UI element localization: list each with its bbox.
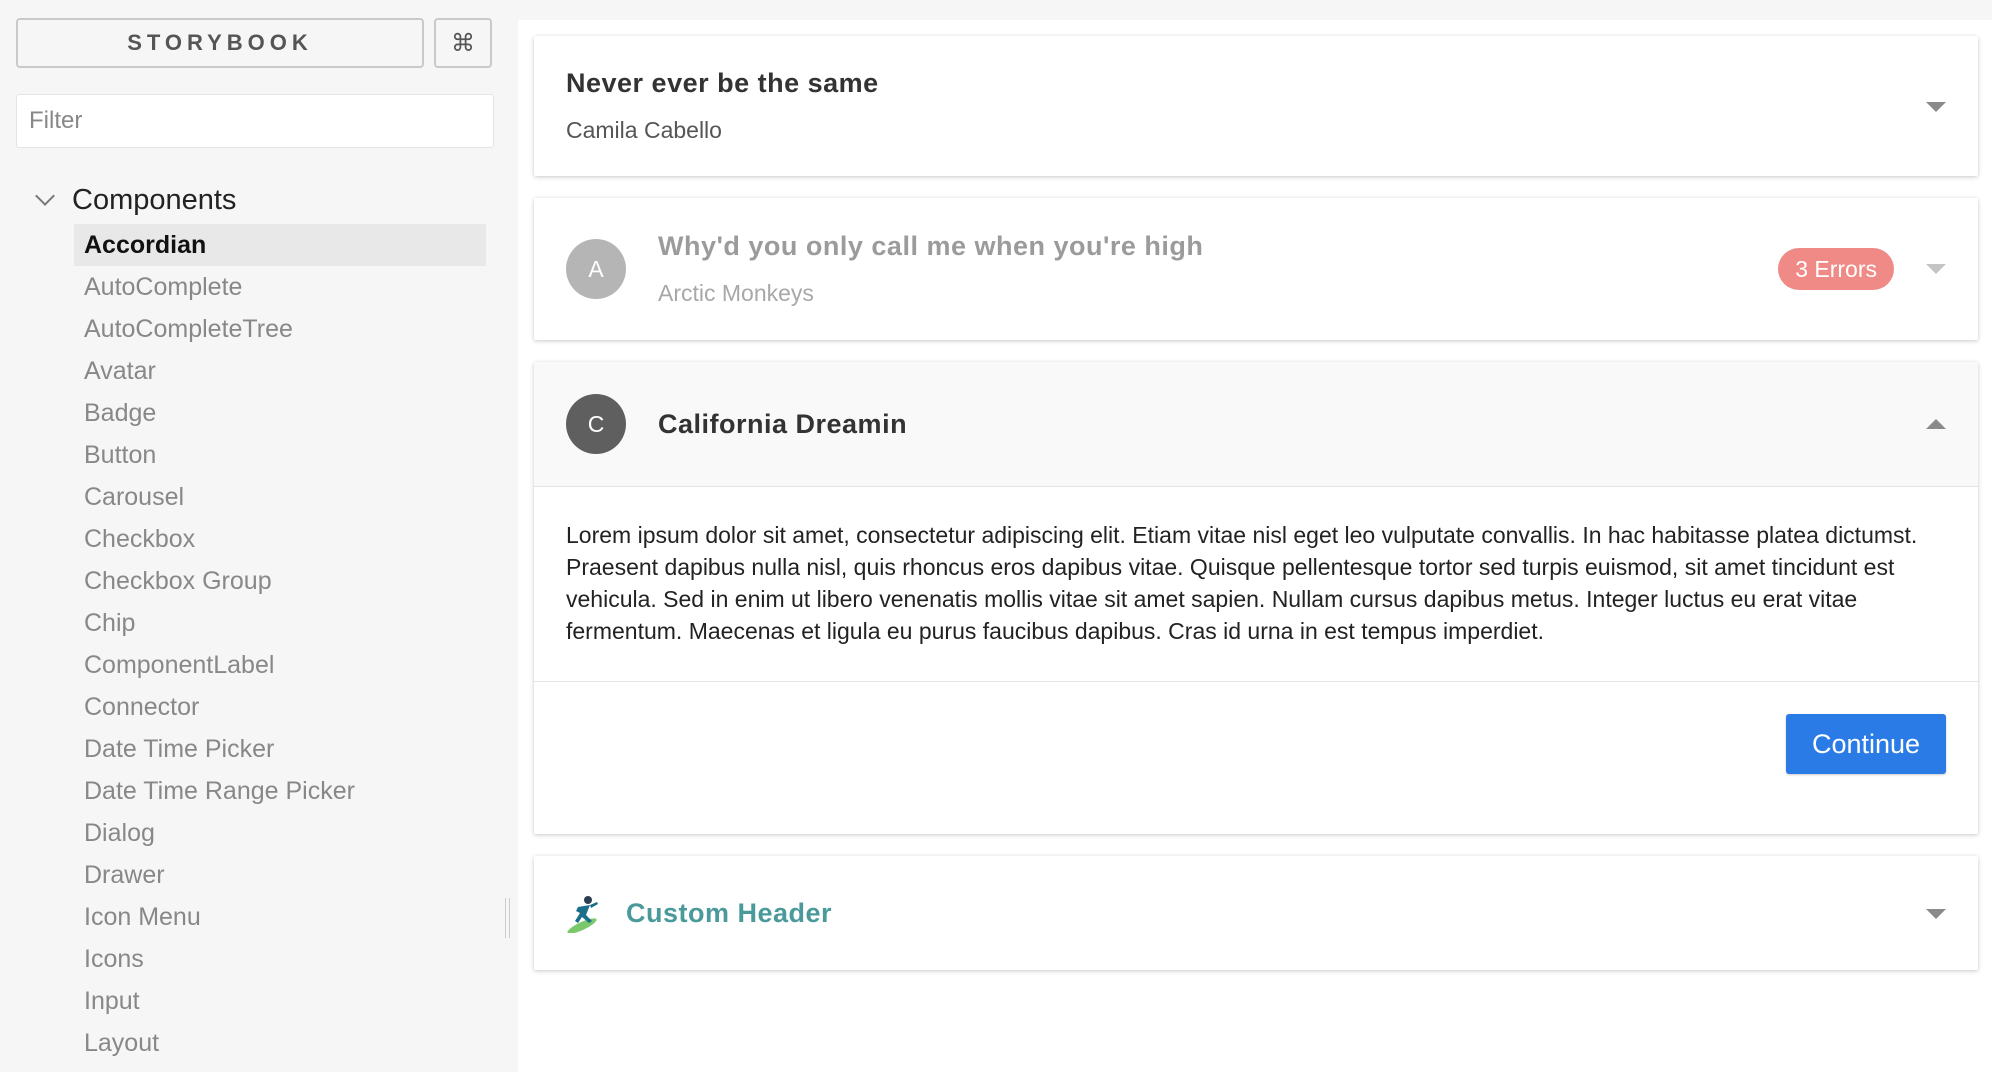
panel-4-header[interactable]: Custom Header — [534, 856, 1978, 970]
keyboard-shortcuts-button[interactable]: ⌘ — [434, 18, 492, 68]
error-count-badge: 3 Errors — [1778, 248, 1894, 290]
panel-subtitle: Camila Cabello — [566, 117, 722, 143]
tree-item-connector[interactable]: Connector — [74, 686, 486, 728]
panel-body-text: Lorem ipsum dolor sit amet, consectetur … — [534, 486, 1978, 681]
panel-resize-handle[interactable] — [505, 898, 510, 938]
accordion-panel-1: Never ever be the same Camila Cabello — [534, 36, 1978, 176]
component-tree: Components Accordian AutoComplete AutoCo… — [0, 176, 516, 1064]
chevron-down-icon[interactable] — [1926, 909, 1946, 919]
avatar: A — [566, 239, 626, 299]
avatar: C — [566, 394, 626, 454]
tree-list: Accordian AutoComplete AutoCompleteTree … — [0, 224, 516, 1064]
tree-item-icons[interactable]: Icons — [74, 938, 486, 980]
tree-root-label: Components — [72, 183, 237, 216]
chevron-down-icon — [35, 186, 55, 206]
tree-item-layout[interactable]: Layout — [74, 1022, 486, 1064]
tree-item-carousel[interactable]: Carousel — [74, 476, 486, 518]
panel-1-header[interactable]: Never ever be the same Camila Cabello — [534, 36, 1978, 176]
panel-title: Why'd you only call me when you're high — [658, 231, 1204, 261]
chevron-down-icon[interactable] — [1926, 102, 1946, 112]
tree-item-avatar[interactable]: Avatar — [74, 350, 486, 392]
tree-item-checkbox-group[interactable]: Checkbox Group — [74, 560, 486, 602]
tree-item-checkbox[interactable]: Checkbox — [74, 518, 486, 560]
command-key-icon: ⌘ — [451, 29, 475, 57]
panel-1-heading: Never ever be the same Camila Cabello — [566, 68, 879, 144]
panel-3-header[interactable]: C California Dreamin — [534, 362, 1978, 486]
tree-item-date-time-range-picker[interactable]: Date Time Range Picker — [74, 770, 486, 812]
brand-row: STORYBOOK ⌘ — [16, 18, 492, 68]
custom-header-title: Custom Header — [626, 897, 833, 928]
tree-item-componentlabel[interactable]: ComponentLabel — [74, 644, 486, 686]
tree-item-drawer[interactable]: Drawer — [74, 854, 486, 896]
tree-item-autocompletetree[interactable]: AutoCompleteTree — [74, 308, 486, 350]
continue-button[interactable]: Continue — [1786, 714, 1946, 774]
chevron-up-icon[interactable] — [1926, 419, 1946, 429]
tree-item-accordian[interactable]: Accordian — [74, 224, 486, 266]
surfer-icon — [566, 893, 602, 934]
preview-area: Never ever be the same Camila Cabello A … — [518, 20, 1992, 1072]
accordion-panel-4: Custom Header — [534, 856, 1978, 970]
tree-item-autocomplete[interactable]: AutoComplete — [74, 266, 486, 308]
storybook-brand-button[interactable]: STORYBOOK — [16, 18, 424, 68]
tree-item-date-time-picker[interactable]: Date Time Picker — [74, 728, 486, 770]
accordion-panel-3: C California Dreamin Lorem ipsum dolor s… — [534, 362, 1978, 834]
tree-item-chip[interactable]: Chip — [74, 602, 486, 644]
panel-2-heading: Why'd you only call me when you're high … — [658, 231, 1203, 307]
tree-item-button[interactable]: Button — [74, 434, 486, 476]
tree-item-dialog[interactable]: Dialog — [74, 812, 486, 854]
tree-item-badge[interactable]: Badge — [74, 392, 486, 434]
chevron-down-icon[interactable] — [1926, 264, 1946, 274]
accordion-panel-2: A Why'd you only call me when you're hig… — [534, 198, 1978, 340]
sidebar: STORYBOOK ⌘ Components Accordian AutoCom… — [0, 0, 516, 1072]
panel-title: Never ever be the same — [566, 68, 879, 98]
panel-2-header[interactable]: A Why'd you only call me when you're hig… — [534, 198, 1978, 340]
panel-title: California Dreamin — [658, 408, 908, 439]
panel-actions: Continue — [534, 681, 1978, 806]
tree-root-components[interactable]: Components — [0, 176, 516, 224]
panel-subtitle: Arctic Monkeys — [658, 280, 814, 306]
tree-item-icon-menu[interactable]: Icon Menu — [74, 896, 486, 938]
tree-item-input[interactable]: Input — [74, 980, 486, 1022]
filter-input[interactable] — [16, 94, 494, 148]
